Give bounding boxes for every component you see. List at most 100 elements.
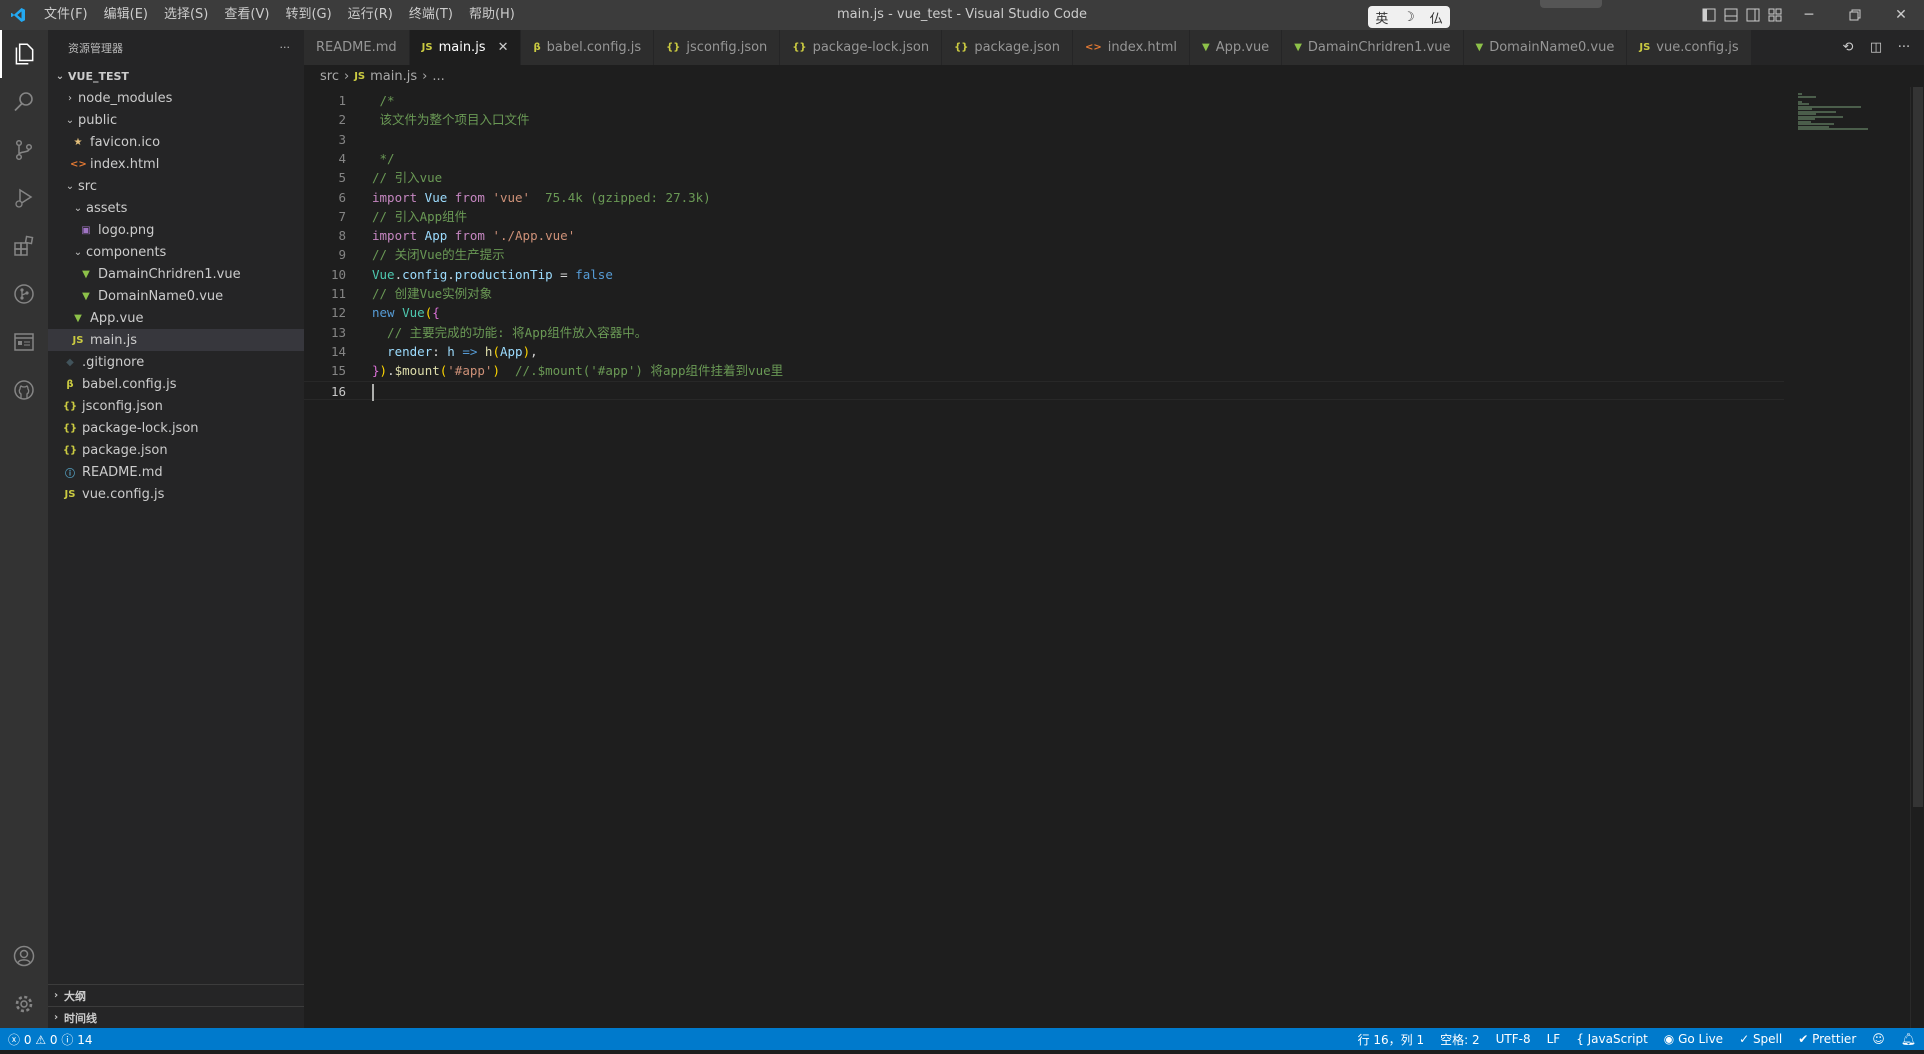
code-text[interactable]: import Vue from 'vue' 75.4k (gzipped: 27… <box>372 188 711 207</box>
tab[interactable]: <> index.html <box>1072 30 1191 65</box>
tree-file[interactable]: <> index.html <box>48 153 304 175</box>
scrollbar-thumb[interactable] <box>1913 87 1923 807</box>
prettier-button[interactable]: ✔ Prettier <box>1790 1032 1864 1046</box>
code-text[interactable]: Vue.config.productionTip = false <box>372 265 613 284</box>
tab[interactable]: JS main.js ✕ <box>409 30 522 65</box>
extensions-icon[interactable] <box>0 222 48 270</box>
breadcrumb-symbol[interactable]: ... <box>432 69 444 84</box>
code-line[interactable]: 6 import Vue from 'vue' 75.4k (gzipped: 2… <box>304 188 1784 207</box>
code-text[interactable]: new Vue({ <box>372 303 440 322</box>
manage-gear-icon[interactable] <box>0 980 48 1028</box>
code-text[interactable]: // 引入App组件 <box>372 207 467 226</box>
toggle-secondary-sidebar-icon[interactable] <box>1742 0 1764 30</box>
cursor-position[interactable]: 行 16，列 1 <box>1350 1031 1433 1048</box>
end-of-line[interactable]: LF <box>1539 1032 1569 1046</box>
tree-file[interactable]: ⓘ README.md <box>48 461 304 483</box>
source-control-icon[interactable] <box>0 126 48 174</box>
toggle-panel-icon[interactable] <box>1720 0 1742 30</box>
vertical-scrollbar[interactable] <box>1910 87 1924 1028</box>
code-text[interactable]: // 关闭Vue的生产提示 <box>372 245 505 264</box>
code-text[interactable]: render: h => h(App), <box>372 342 538 361</box>
tree-file[interactable]: JS vue.config.js <box>48 483 304 505</box>
code-line[interactable]: 8 import App from './App.vue' <box>304 226 1784 245</box>
code-text[interactable]: 该文件为整个项目入口文件 <box>372 110 530 129</box>
code-text[interactable]: // 创建Vue实例对象 <box>372 284 492 303</box>
tab[interactable]: ▼ App.vue <box>1190 30 1283 65</box>
close-tab-icon[interactable]: ✕ <box>498 40 509 55</box>
close-window-icon[interactable]: ✕ <box>1878 0 1924 30</box>
code-line[interactable]: 5 // 引入vue <box>304 168 1784 187</box>
ime-toolbar[interactable]: 英 ☽ 仏 <box>1368 6 1450 28</box>
breadcrumb-file[interactable]: main.js <box>370 69 417 84</box>
menu-item[interactable]: 查看(V) <box>216 0 277 30</box>
outline-section[interactable]: › 大纲 <box>48 984 304 1006</box>
tab[interactable]: ▼ DamainChridren1.vue <box>1282 30 1464 65</box>
explorer-icon[interactable] <box>0 30 48 78</box>
tab[interactable]: β babel.config.js <box>521 30 655 65</box>
indentation[interactable]: 空格: 2 <box>1432 1031 1488 1048</box>
spell-button[interactable]: ✓ Spell <box>1731 1032 1790 1046</box>
tree-file[interactable]: ▣ logo.png <box>48 219 304 241</box>
more-actions-icon[interactable]: ··· <box>280 41 291 54</box>
encoding[interactable]: UTF-8 <box>1488 1032 1539 1046</box>
tree-folder[interactable]: ⌄ src <box>48 175 304 197</box>
ime-moon-icon[interactable]: ☽ <box>1403 10 1415 25</box>
tree-file[interactable]: {} package-lock.json <box>48 417 304 439</box>
workspace-root[interactable]: ⌄ VUE_TEST <box>48 65 304 87</box>
menu-item[interactable]: 帮助(H) <box>461 0 523 30</box>
notifications-bell-icon[interactable]: 🔔︎ <box>1893 1032 1924 1046</box>
language-mode[interactable]: { JavaScript <box>1568 1032 1656 1046</box>
code-line[interactable]: 7 // 引入App组件 <box>304 207 1784 226</box>
tree-file[interactable]: β babel.config.js <box>48 373 304 395</box>
code-line[interactable]: 9 // 关闭Vue的生产提示 <box>304 245 1784 264</box>
code-line[interactable]: 10 Vue.config.productionTip = false <box>304 265 1784 284</box>
code-text[interactable]: // 引入vue <box>372 168 442 187</box>
ime-mode[interactable]: 仏 <box>1430 8 1443 27</box>
code-text[interactable]: import App from './App.vue' <box>372 226 575 245</box>
menu-item[interactable]: 转到(G) <box>277 0 339 30</box>
git-graph-icon[interactable] <box>0 270 48 318</box>
tree-file[interactable]: ◆ .gitignore <box>48 351 304 373</box>
code-text[interactable]: */ <box>372 149 395 168</box>
tree-file[interactable]: ★ favicon.ico <box>48 131 304 153</box>
code-editor[interactable]: 1 /* 2 该文件为整个项目入口文件 3 4 */5// 引入vue 6 import … <box>304 87 1924 1028</box>
code-text[interactable]: /* <box>372 91 395 110</box>
tree-file[interactable]: ▼ DamainChridren1.vue <box>48 263 304 285</box>
tab[interactable]: ▼ DomainName0.vue <box>1463 30 1628 65</box>
menu-item[interactable]: 选择(S) <box>156 0 216 30</box>
tree-file[interactable]: {} package.json <box>48 439 304 461</box>
tree-file[interactable]: {} jsconfig.json <box>48 395 304 417</box>
search-icon[interactable] <box>0 78 48 126</box>
tab[interactable]: {} jsconfig.json <box>654 30 781 65</box>
code-line[interactable]: 15}).$mount('#app') //.$mount('#app') 将a… <box>304 361 1784 380</box>
code-line[interactable]: 13 // 主要完成的功能: 将App组件放入容器中。 <box>304 323 1784 342</box>
minimize-icon[interactable]: ─ <box>1786 0 1832 30</box>
code-line[interactable]: 16 <box>304 380 1784 401</box>
minimap[interactable] <box>1794 87 1910 1028</box>
code-line[interactable]: 2 该文件为整个项目入口文件 <box>304 110 1784 129</box>
split-editor-icon[interactable]: ◫ <box>1862 40 1890 55</box>
code-line[interactable]: 11 // 创建Vue实例对象 <box>304 284 1784 303</box>
breadcrumb-folder[interactable]: src <box>320 69 339 84</box>
tree-folder[interactable]: ⌄ public <box>48 109 304 131</box>
remote-explorer-icon[interactable] <box>0 318 48 366</box>
menu-item[interactable]: 文件(F) <box>36 0 96 30</box>
run-debug-icon[interactable] <box>0 174 48 222</box>
menu-item[interactable]: 运行(R) <box>340 0 401 30</box>
toggle-primary-sidebar-icon[interactable] <box>1698 0 1720 30</box>
menu-item[interactable]: 终端(T) <box>401 0 461 30</box>
go-live-button[interactable]: ◉ Go Live <box>1656 1032 1731 1046</box>
feedback-icon[interactable]: ☺ <box>1864 1032 1893 1046</box>
tree-folder[interactable]: ⌄ components <box>48 241 304 263</box>
code-line[interactable]: 12 new Vue({ <box>304 303 1784 322</box>
timeline-history-icon[interactable]: ⟲ <box>1834 40 1862 55</box>
account-icon[interactable] <box>0 932 48 980</box>
tree-file[interactable]: ▼ App.vue <box>48 307 304 329</box>
ime-lang[interactable]: 英 <box>1375 8 1388 27</box>
problems-indicator[interactable]: ⓧ 0 ⚠ 0 ⓘ 14 <box>0 1031 101 1048</box>
code-line[interactable]: 14 render: h => h(App), <box>304 342 1784 361</box>
tab[interactable]: {} package-lock.json <box>780 30 943 65</box>
tab[interactable]: README.md <box>304 30 410 65</box>
tab[interactable]: {} package.json <box>942 30 1073 65</box>
vscode-logo-icon[interactable] <box>0 0 36 30</box>
